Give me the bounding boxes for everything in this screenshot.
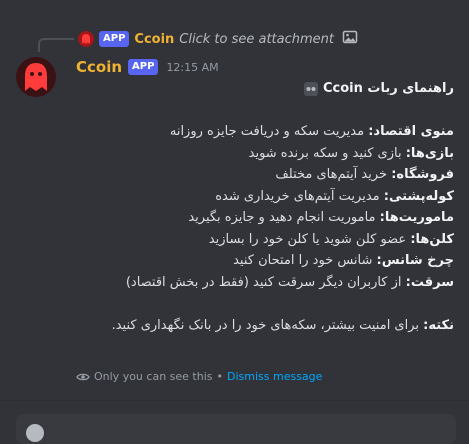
help-label: فروشگاه: bbox=[391, 167, 454, 182]
ephemeral-notice: Only you can see this • Dismiss message bbox=[76, 370, 322, 383]
help-label: سرقت: bbox=[405, 274, 454, 290]
help-text: ماموریت انجام دهید و جایزه بگیرید bbox=[188, 210, 380, 225]
note-label: نکته: bbox=[423, 317, 454, 333]
add-attachment-button[interactable] bbox=[26, 424, 44, 442]
reply-app-badge: APP bbox=[99, 31, 130, 47]
help-text: خرید آیتم‌های مختلف bbox=[275, 167, 392, 182]
help-line: فروشگاه: خرید آیتم‌های مختلف bbox=[76, 164, 454, 186]
help-label: ماموریت‌ها: bbox=[379, 210, 454, 225]
reply-text[interactable]: Click to see attachment bbox=[179, 32, 334, 47]
timestamp[interactable]: 12:15 AM bbox=[166, 61, 218, 74]
help-line: چرخ شانس: شانس خود را امتحان کنید bbox=[76, 250, 454, 272]
ephemeral-text: Only you can see this bbox=[94, 370, 213, 383]
ephemeral-separator: • bbox=[216, 370, 224, 383]
help-text: عضو کلن شوید یا کلن خود را بسازید bbox=[208, 231, 411, 247]
divider bbox=[0, 400, 469, 401]
reply-spine bbox=[38, 38, 74, 52]
help-line: منوی اقتصاد: مدیریت سکه و دریافت جایزه ر… bbox=[76, 121, 454, 143]
note-text: برای امنیت بیشتر، سکه‌های خود را در بانک… bbox=[111, 317, 424, 333]
help-text: شانس خود را امتحان کنید bbox=[233, 253, 377, 268]
reply-preview[interactable]: APP Ccoin Click to see attachment bbox=[78, 30, 358, 48]
eye-icon bbox=[76, 372, 90, 382]
ghost-icon bbox=[82, 34, 90, 44]
help-label: منوی اقتصاد: bbox=[368, 124, 454, 139]
help-text: مدیریت آیتم‌های خریداری شده bbox=[215, 188, 384, 204]
help-label: بازی‌ها: bbox=[405, 145, 454, 161]
message-title: راهنمای ربات Ccoin bbox=[322, 81, 454, 96]
help-label: کلن‌ها: bbox=[410, 231, 454, 247]
dismiss-message-link[interactable]: Dismiss message bbox=[227, 370, 322, 383]
help-line: ماموریت‌ها: ماموریت انجام دهید و جایزه ب… bbox=[76, 207, 454, 229]
message-composer[interactable] bbox=[16, 414, 456, 444]
help-text: مدیریت سکه و دریافت جایزه روزانه bbox=[169, 124, 369, 139]
help-line: کلن‌ها: عضو کلن شوید یا کلن خود را بسازی… bbox=[76, 229, 454, 251]
note-line: نکته: برای امنیت بیشتر، سکه‌های خود را د… bbox=[76, 315, 454, 337]
message-content: راهنمای ربات Ccoin منوی اقتصاد: مدیریت س… bbox=[76, 78, 454, 336]
message-header: Ccoin APP 12:15 AM bbox=[76, 57, 219, 77]
help-line: کوله‌پشتی: مدیریت آیتم‌های خریداری شده bbox=[76, 186, 454, 208]
help-line: سرقت: از کاربران دیگر سرقت کنید (فقط در … bbox=[76, 272, 454, 294]
help-label: کوله‌پشتی: bbox=[383, 188, 454, 204]
help-text: بازی کنید و سکه برنده شوید bbox=[248, 145, 406, 161]
robot-icon bbox=[303, 81, 318, 96]
ghost-avatar-icon bbox=[25, 63, 47, 91]
image-icon bbox=[342, 29, 358, 49]
username[interactable]: Ccoin bbox=[76, 58, 122, 76]
reply-username[interactable]: Ccoin bbox=[134, 32, 174, 47]
reply-avatar[interactable] bbox=[78, 31, 94, 47]
help-label: چرخ شانس: bbox=[376, 253, 454, 268]
avatar[interactable] bbox=[16, 57, 56, 97]
app-badge: APP bbox=[128, 59, 159, 75]
help-text: از کاربران دیگر سرقت کنید (فقط در بخش اق… bbox=[125, 274, 406, 290]
message-title-row: راهنمای ربات Ccoin bbox=[76, 78, 454, 100]
help-line: بازی‌ها: بازی کنید و سکه برنده شوید bbox=[76, 143, 454, 165]
